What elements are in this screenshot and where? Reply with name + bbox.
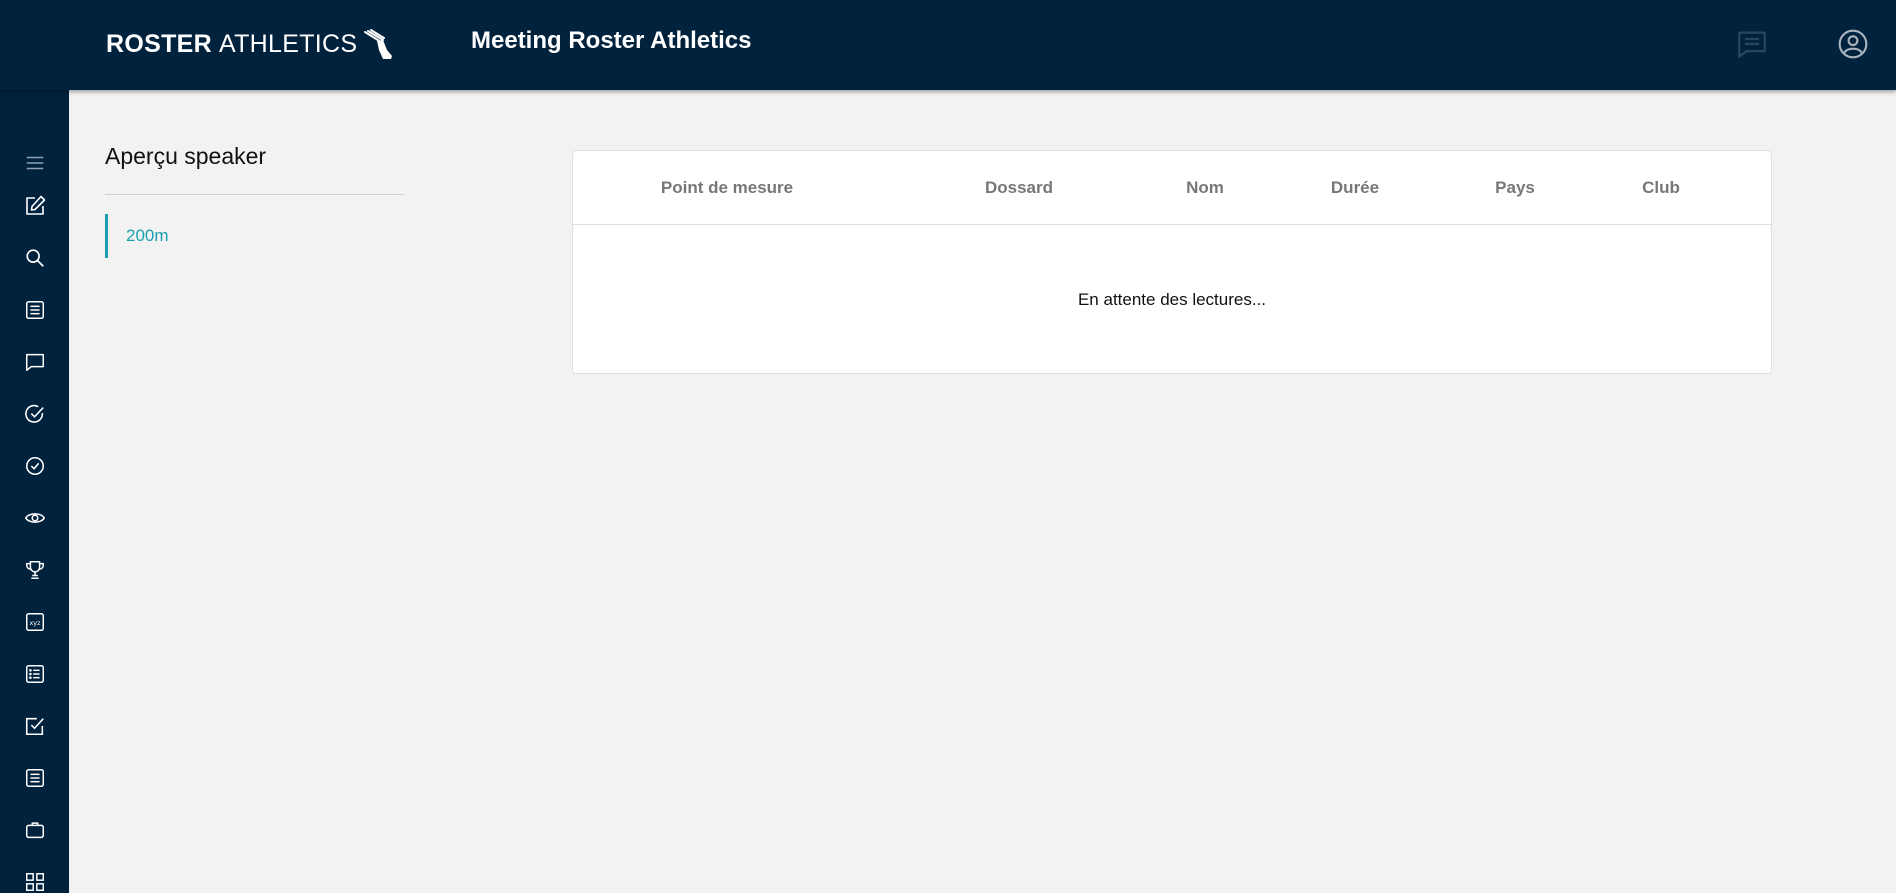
top-bar: ROSTER ATHLETICS Meeting Roster Athletic… xyxy=(0,0,1896,90)
briefcase-icon[interactable] xyxy=(0,810,69,850)
checkbox-icon[interactable] xyxy=(0,706,69,746)
comment-icon[interactable] xyxy=(0,342,69,382)
check-badge-icon[interactable] xyxy=(0,446,69,486)
nav-item-200m[interactable]: 200m xyxy=(105,214,404,258)
column-header-duree[interactable]: Durée xyxy=(1331,151,1379,225)
eye-icon[interactable] xyxy=(0,498,69,538)
winged-shoe-icon xyxy=(364,29,393,59)
chat-icon[interactable] xyxy=(1732,24,1772,64)
page-title: Aperçu speaker xyxy=(105,143,267,169)
account-circle-icon[interactable] xyxy=(1833,24,1873,64)
readings-table-card: Point de mesure Dossard Nom Durée Pays C… xyxy=(572,150,1772,374)
column-header-club[interactable]: Club xyxy=(1642,151,1680,225)
roster-athletics-logo[interactable]: ROSTER ATHLETICS xyxy=(106,26,393,62)
check-circle-icon[interactable] xyxy=(0,394,69,434)
list-icon[interactable] xyxy=(0,654,69,694)
logo-text-bold: ROSTER xyxy=(106,29,212,58)
column-header-nom[interactable]: Nom xyxy=(1186,151,1224,225)
app-title: Meeting Roster Athletics xyxy=(471,27,752,54)
document-list-icon[interactable] xyxy=(0,290,69,330)
table-header: Point de mesure Dossard Nom Durée Pays C… xyxy=(573,151,1771,225)
column-header-point-de-mesure[interactable]: Point de mesure xyxy=(661,151,793,225)
nav-item-label: 200m xyxy=(126,226,169,245)
article-icon[interactable] xyxy=(0,758,69,798)
search-icon[interactable] xyxy=(0,238,69,278)
xyz-icon[interactable]: xyz xyxy=(0,602,69,642)
edit-icon[interactable] xyxy=(0,186,69,226)
menu-icon[interactable] xyxy=(0,143,69,183)
trophy-icon[interactable] xyxy=(0,550,69,590)
sidebar: xyz xyxy=(0,90,69,893)
logo-text-light: ATHLETICS xyxy=(218,29,358,58)
column-header-pays[interactable]: Pays xyxy=(1495,151,1535,225)
empty-state-message: En attente des lectures... xyxy=(1077,290,1267,309)
svg-text:xyz: xyz xyxy=(29,619,41,627)
grid-icon[interactable] xyxy=(0,862,69,893)
column-header-dossard[interactable]: Dossard xyxy=(985,151,1053,225)
section-divider xyxy=(105,194,404,195)
